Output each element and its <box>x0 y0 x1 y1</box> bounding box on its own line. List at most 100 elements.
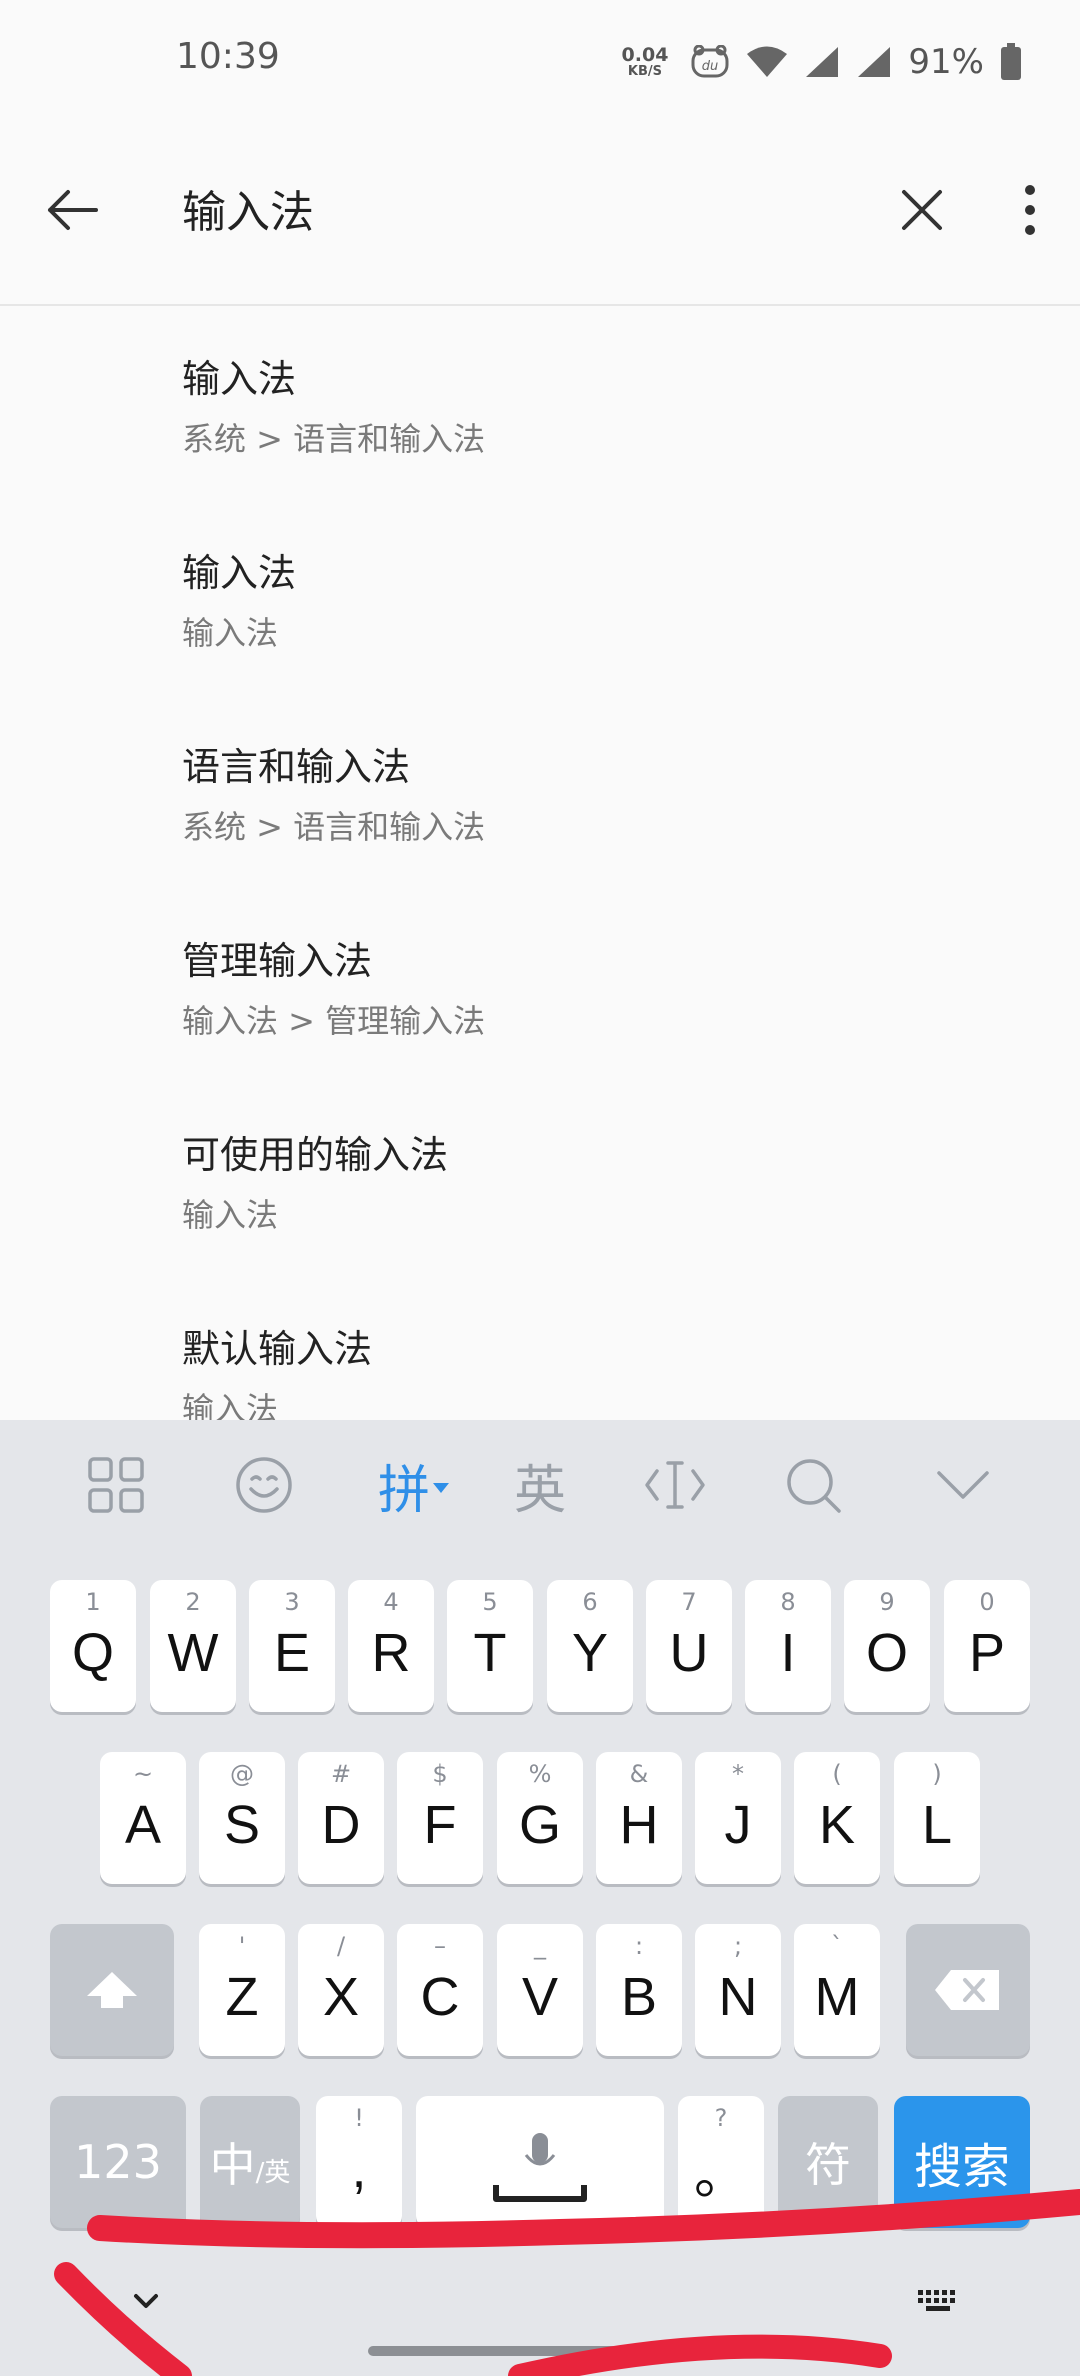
comma-key[interactable]: ! , <box>316 2096 402 2228</box>
wifi-icon <box>747 46 788 77</box>
key-s[interactable]: @ S <box>199 1752 285 1884</box>
back-button[interactable] <box>40 178 104 242</box>
key-l[interactable]: ) L <box>894 1752 980 1884</box>
key-hint: : <box>634 1932 644 1960</box>
search-input[interactable]: 输入法 <box>182 176 314 240</box>
key-h[interactable]: & H <box>596 1752 682 1884</box>
key-hint: & <box>629 1760 649 1788</box>
dropdown-triangle-icon <box>433 1483 449 1493</box>
search-result-item[interactable]: 管理输入法 输入法 > 管理输入法 <box>0 888 1080 1082</box>
chinese-english-toggle-key[interactable]: 中 /英 <box>200 2096 300 2228</box>
english-mode-button[interactable]: 英 <box>508 1450 572 1521</box>
battery-percent: 91% <box>908 42 984 82</box>
result-title: 输入法 <box>182 551 297 595</box>
key-o[interactable]: 9O <box>844 1580 930 1712</box>
emoji-icon <box>236 1457 292 1513</box>
keyboard-search-button[interactable] <box>780 1450 846 1520</box>
switch-keyboard-button[interactable] <box>916 2284 962 2320</box>
key-w[interactable]: 2W <box>150 1580 236 1712</box>
key-label: D <box>321 1795 361 1855</box>
key-hint: / <box>336 1932 346 1960</box>
pinyin-mode-label: 拼 <box>377 1460 430 1521</box>
status-icons: 0.04 KB/S du 91% <box>622 38 1022 86</box>
key-hint: * <box>732 1760 744 1788</box>
key-hint: 8 <box>780 1588 796 1616</box>
key-d[interactable]: # D <box>298 1752 384 1884</box>
backspace-key[interactable] <box>906 1924 1030 2056</box>
search-result-item[interactable]: 输入法 输入法 <box>0 500 1080 694</box>
cursor-button[interactable] <box>642 1450 708 1520</box>
key-hint: % <box>528 1760 552 1788</box>
search-result-item[interactable]: 输入法 系统 > 语言和输入法 <box>0 306 1080 500</box>
key-label: W <box>167 1623 219 1683</box>
period-key[interactable]: ? 。 <box>678 2096 764 2228</box>
key-u[interactable]: 7U <box>646 1580 732 1712</box>
more-options-button[interactable] <box>1006 178 1054 242</box>
key-p[interactable]: 0P <box>944 1580 1030 1712</box>
shift-key[interactable] <box>50 1924 174 2056</box>
key-j[interactable]: * J <box>695 1752 781 1884</box>
key-label: 。 <box>694 2144 748 2205</box>
key-b[interactable]: :B <box>596 1924 682 2056</box>
home-indicator[interactable] <box>368 2346 712 2356</box>
key-g[interactable]: % G <box>497 1752 583 1884</box>
clear-search-button[interactable] <box>890 178 954 242</box>
key-y[interactable]: 6Y <box>547 1580 633 1712</box>
key-f[interactable]: $ F <box>397 1752 483 1884</box>
keyboard-bottom-bar <box>0 2256 1080 2376</box>
key-t[interactable]: 5T <box>447 1580 533 1712</box>
key-n[interactable]: ; N <box>695 1924 781 2056</box>
key-c[interactable]: – C <box>397 1924 483 2056</box>
search-key-label: 搜索 <box>913 2139 1010 2195</box>
symbols-key[interactable]: 符 <box>778 2096 878 2228</box>
pinyin-mode-button[interactable]: 拼 <box>372 1450 456 1521</box>
result-title: 语言和输入法 <box>182 745 411 789</box>
search-result-item[interactable]: 语言和输入法 系统 > 语言和输入法 <box>0 694 1080 888</box>
key-x[interactable]: / X <box>298 1924 384 2056</box>
search-result-item[interactable]: 可使用的输入法 输入法 <box>0 1082 1080 1276</box>
key-hint: – <box>434 1932 446 1960</box>
status-bar: 10:39 0.04 KB/S du 91% <box>0 0 1080 120</box>
space-key[interactable] <box>416 2096 664 2228</box>
result-title: 默认输入法 <box>182 1327 373 1371</box>
key-m[interactable]: ` M <box>794 1924 880 2056</box>
key-label: C <box>420 1967 460 2027</box>
key-a[interactable]: ~ A <box>100 1752 186 1884</box>
english-mode-label: 英 <box>513 1460 566 1521</box>
emoji-button[interactable] <box>232 1450 296 1520</box>
key-label: E <box>273 1623 311 1683</box>
symbols-key-label: 符 <box>805 2138 851 2192</box>
du-app-icon: du <box>691 45 729 78</box>
key-k[interactable]: (K <box>794 1752 880 1884</box>
battery-icon <box>1001 43 1021 80</box>
key-q[interactable]: 1Q <box>50 1580 136 1712</box>
english-alt-label: /英 <box>255 2157 291 2188</box>
key-hint: ` <box>831 1932 843 1960</box>
chevron-down-icon <box>134 2294 158 2308</box>
key-label: H <box>619 1795 659 1855</box>
key-hint: ? <box>714 2104 728 2132</box>
key-e[interactable]: 3E <box>249 1580 335 1712</box>
hide-keyboard-button[interactable] <box>126 2282 166 2322</box>
key-hint: ! <box>354 2104 364 2132</box>
key-label: I <box>780 1623 796 1683</box>
key-label: R <box>371 1623 411 1683</box>
collapse-keyboard-button[interactable] <box>930 1450 996 1520</box>
key-hint: 1 <box>85 1588 101 1616</box>
key-hint: ) <box>932 1760 942 1788</box>
key-hint: 0 <box>979 1588 995 1616</box>
search-key[interactable]: 搜索 <box>894 2096 1030 2228</box>
key-z[interactable]: ' Z <box>199 1924 285 2056</box>
key-hint: ~ <box>132 1760 154 1788</box>
key-label: U <box>669 1623 709 1683</box>
key-r[interactable]: 4R <box>348 1580 434 1712</box>
result-subtitle: 输入法 <box>182 1196 279 1234</box>
key-i[interactable]: 8I <box>745 1580 831 1712</box>
key-hint: # <box>330 1760 352 1788</box>
numbers-key[interactable]: 123 <box>50 2096 186 2228</box>
network-speed: 0.04 KB/S <box>622 46 669 79</box>
key-label: J <box>724 1795 752 1855</box>
status-time: 10:39 <box>176 36 280 77</box>
key-v[interactable]: _ V <box>497 1924 583 2056</box>
apps-button[interactable] <box>84 1450 148 1520</box>
